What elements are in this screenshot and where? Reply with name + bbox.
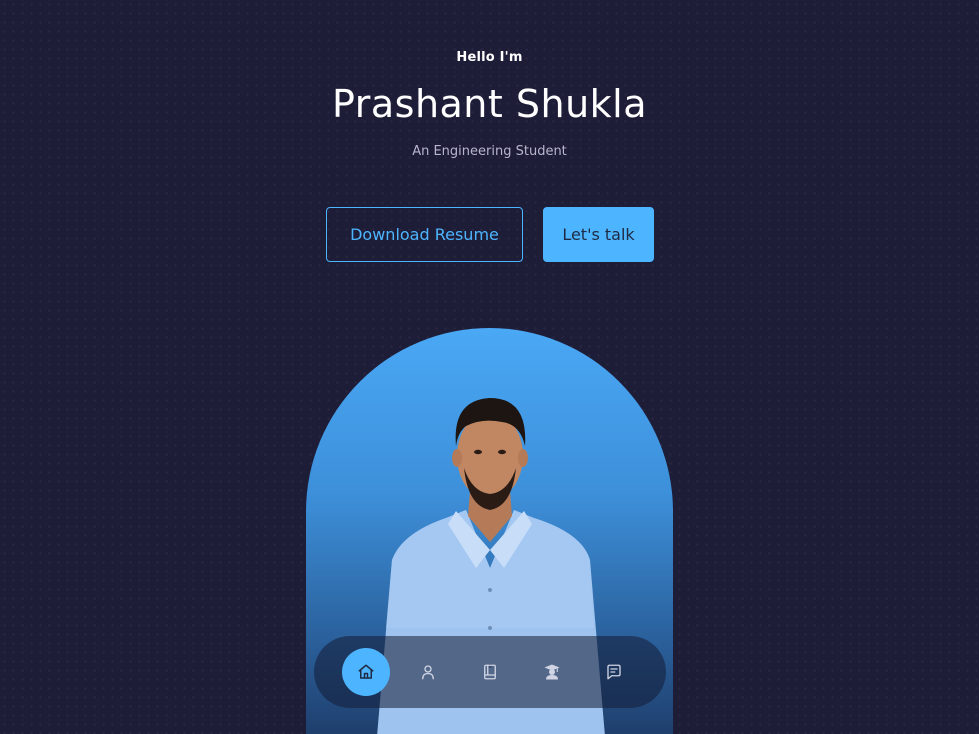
graduate-icon [544,664,560,680]
nav-home[interactable] [342,648,390,696]
message-icon [607,664,621,680]
user-icon [422,665,434,680]
nav-about[interactable] [404,648,452,696]
page-title: Prashant Shukla [331,82,648,126]
nav-contact[interactable] [590,648,638,696]
home-icon [358,664,374,679]
subtitle: An Engineering Student [412,144,567,159]
lets-talk-button[interactable]: Let's talk [543,207,654,262]
bottom-nav [314,636,666,708]
nav-experience[interactable] [466,648,514,696]
greeting: Hello I'm [456,50,523,65]
nav-education[interactable] [528,648,576,696]
book-icon [484,664,496,680]
download-resume-button[interactable]: Download Resume [326,207,523,262]
